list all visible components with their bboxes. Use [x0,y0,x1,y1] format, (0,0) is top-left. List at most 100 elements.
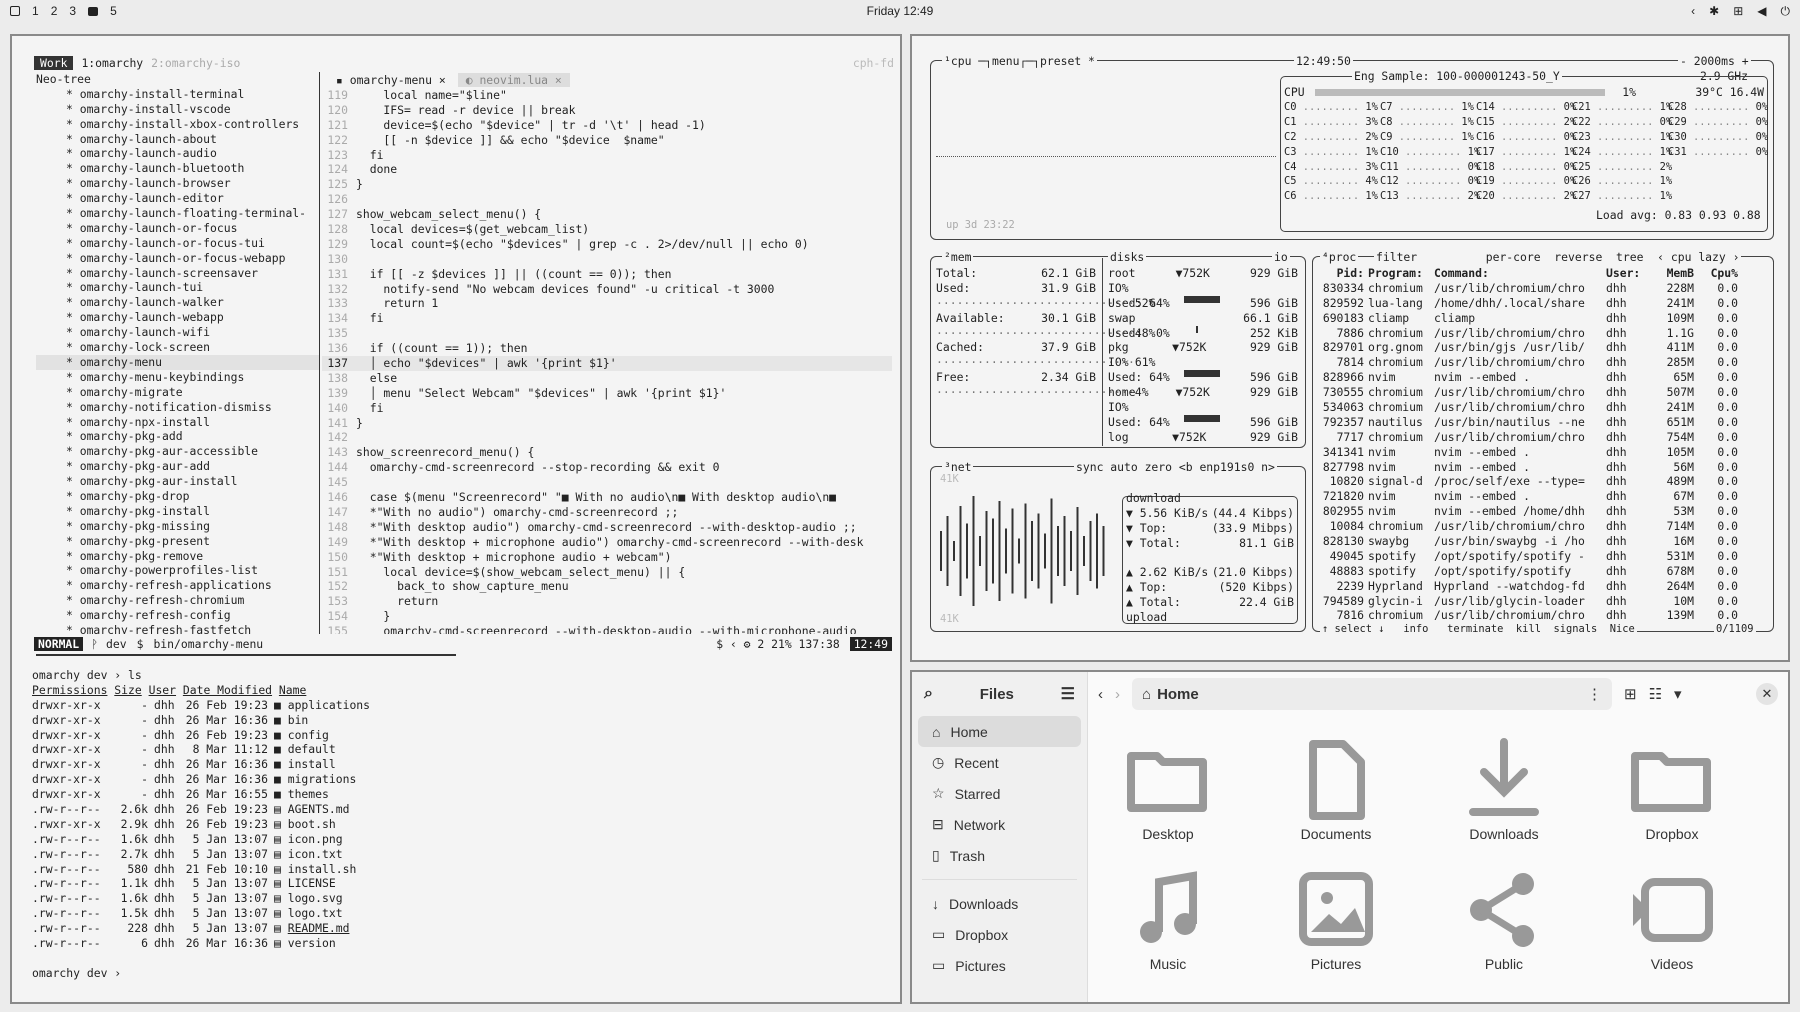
proc-col-header[interactable]: Program: [1368,266,1430,281]
sidebar-item-network[interactable]: ⊟ Network [918,809,1081,840]
shell-output[interactable]: omarchy dev › ls Permissions Size User D… [32,668,892,981]
mem-title[interactable]: ²mem [942,250,974,264]
proc-row[interactable]: 830334 chromium/usr/lib/chromium/chro dhh 2… [1318,281,1768,296]
tree-item[interactable]: * omarchy-npx-install [36,415,319,430]
back-icon[interactable]: ‹ [1098,686,1103,703]
folder-item[interactable]: Videos [1622,866,1722,972]
tree-item[interactable]: * omarchy-pkg-aur-add [36,459,319,474]
proc-footer[interactable]: ↑ select ↓ info terminate kill signals N… [1320,622,1637,637]
proc-row[interactable]: 49045 spotify/opt/spotify/spotify - dhh 531… [1318,549,1768,564]
tree-item[interactable]: * omarchy-pkg-add [36,429,319,444]
tree-item[interactable]: * omarchy-refresh-chromium [36,593,319,608]
sidebar-item-pictures[interactable]: ▭ Pictures [918,950,1081,981]
tree-item[interactable]: * omarchy-refresh-fastfetch [36,623,319,634]
proc-title[interactable]: ⁴proc [1320,250,1359,264]
sidebar-item-trash[interactable]: ▯ Trash [918,840,1081,871]
tree-item[interactable]: * omarchy-notification-dismiss [36,400,319,415]
tmux-window-1[interactable]: 1:omarchy [81,56,143,70]
proc-row[interactable]: 341341 nvim nvim --embed . dhh 105M 0.0 [1318,445,1768,460]
proc-row[interactable]: 10084 chromium/usr/lib/chromium/chro dhh 71… [1318,519,1768,534]
tree-item[interactable]: * omarchy-pkg-aur-install [36,474,319,489]
proc-row[interactable]: 2239 Hyprland Hyprland --watchdog-fd dhh 264… [1318,579,1768,594]
location-bar[interactable]: ⌂ Home ⋮ [1132,678,1612,710]
folder-item[interactable]: Pictures [1286,866,1386,972]
update-interval[interactable]: - 2000ms + [1678,54,1751,68]
preset-button[interactable]: preset * [1040,54,1095,68]
sidebar-item-dropbox[interactable]: ▭ Dropbox [918,919,1081,950]
proc-row[interactable]: 730555 chromium/usr/lib/chromium/chro dhh 5… [1318,385,1768,400]
power-icon[interactable]: ⏻ [1781,4,1791,19]
folder-item[interactable]: Desktop [1118,736,1218,842]
tree-item[interactable]: * omarchy-launch-bluetooth [36,161,319,176]
folder-item[interactable]: Downloads [1454,736,1554,842]
files-window[interactable]: ⌕ Files ☰ ⌂ Home ◷ Recent ☆ Starred ⊟ Network ▯ T… [910,670,1790,1004]
proc-col-header[interactable]: MemB [1650,266,1694,281]
tree-item[interactable]: * omarchy-launch-tui [36,280,319,295]
proc-col-header[interactable]: Pid: [1318,266,1364,281]
tree-item[interactable]: * omarchy-launch-screensaver [36,266,319,281]
tree-item[interactable]: * omarchy-launch-about [36,132,319,147]
tree-item[interactable]: * omarchy-menu-keybindings [36,370,319,385]
neo-tree-panel[interactable]: Neo-tree * omarchy-install-terminal * oma… [36,72,320,634]
tree-item[interactable]: * omarchy-pkg-aur-accessible [36,444,319,459]
proc-row[interactable]: 7886 chromium/usr/lib/chromium/chro dhh 1.1… [1318,326,1768,341]
tree-item[interactable]: * omarchy-install-vscode [36,102,319,117]
sidebar-item-starred[interactable]: ☆ Starred [918,778,1081,809]
expand-tray-icon[interactable]: ‹ [1691,4,1695,19]
tree-item[interactable]: * omarchy-powerprofiles-list [36,563,319,578]
forward-icon[interactable]: › [1115,686,1120,703]
sidebar-item-recent[interactable]: ◷ Recent [918,747,1081,778]
proc-row[interactable]: 829592 lua-lang/home/dhh/.local/share dhh 2… [1318,296,1768,311]
proc-row[interactable]: 690183 cliamp cliamp dhh 109M 0.0 [1318,311,1768,326]
menu-button[interactable]: menu [992,54,1019,68]
proc-row[interactable]: 828130 swaybg/usr/bin/swaybg -i /ho dhh 16M… [1318,534,1768,549]
proc-row[interactable]: 828966 nvim nvim --embed . dhh 65M 0.0 [1318,370,1768,385]
tree-item[interactable]: * omarchy-refresh-applications [36,578,319,593]
tree-item[interactable]: * omarchy-launch-editor [36,191,319,206]
net-options[interactable]: sync auto zero <b enp191s0 n> [1074,460,1277,474]
sidebar-item-home[interactable]: ⌂ Home [918,716,1081,747]
folder-item[interactable]: Public [1454,866,1554,972]
network-icon[interactable]: ⊞ [1733,4,1743,19]
tree-item[interactable]: * omarchy-install-terminal [36,87,319,102]
tree-item[interactable]: * omarchy-lock-screen [36,340,319,355]
bluetooth-icon[interactable]: ✱ [1709,4,1719,19]
proc-col-header[interactable]: Command: [1434,266,1602,281]
proc-row[interactable]: 829701 org.gnom/usr/bin/gjs /usr/lib/dhh 4… [1318,340,1768,355]
tree-item[interactable]: * omarchy-launch-or-focus [36,221,319,236]
cpu-title[interactable]: ¹cpu [944,54,971,68]
proc-row[interactable]: 827798 nvim nvim --embed . dhh 56M 0.0 [1318,460,1768,475]
tree-item[interactable]: * omarchy-migrate [36,385,319,400]
tree-item[interactable]: * omarchy-launch-floating-terminal- [36,206,319,221]
tree-item[interactable]: * omarchy-launch-webapp [36,310,319,325]
folder-item[interactable]: Dropbox [1622,736,1722,842]
tab-neovim-lua[interactable]: ◐ neovim.lua × [457,73,570,87]
proc-row[interactable]: 10820 signal-d/proc/self/exe --type= dhh 48… [1318,474,1768,489]
proc-row[interactable]: 7814 chromium/usr/lib/chromium/chro dhh 285… [1318,355,1768,370]
tree-item[interactable]: * omarchy-pkg-remove [36,549,319,564]
proc-row[interactable]: 534063 chromium/usr/lib/chromium/chro dhh 2… [1318,400,1768,415]
tab-omarchy-menu[interactable]: ▪ omarchy-menu × [328,73,454,87]
tmux-window-2[interactable]: 2:omarchy-iso [151,56,240,70]
disks-title[interactable]: disks [1108,250,1147,264]
proc-options[interactable]: filter per-core reverse tree ‹ cpu lazy … [1374,250,1742,264]
proc-row[interactable]: 802955 nvim nvim --embed /home/dhh dhh 53M 0.… [1318,504,1768,519]
tree-item[interactable]: * omarchy-launch-audio [36,146,319,161]
tree-item[interactable]: * omarchy-pkg-missing [36,519,319,534]
volume-icon[interactable]: ◀ [1757,4,1766,19]
proc-col-header[interactable]: Cpu% [1698,266,1738,281]
view-toggle-icon[interactable]: ☷ [1649,685,1662,703]
proc-row[interactable]: 48883 spotify/opt/spotify/spotify dhh 678M 0… [1318,564,1768,579]
process-list[interactable]: Pid: Program: Command: User: MemB Cpu% 830334 c… [1318,266,1768,623]
tree-item[interactable]: * omarchy-refresh-config [36,608,319,623]
search-icon[interactable]: ⌕ [924,685,933,703]
tree-item[interactable]: * omarchy-pkg-drop [36,489,319,504]
tree-item[interactable]: * omarchy-install-xbox-controllers [36,117,319,132]
proc-row[interactable]: 792357 nautilus/usr/bin/nautilus --ne dhh 6… [1318,415,1768,430]
folder-item[interactable]: Music [1118,866,1218,972]
clock[interactable]: Friday 12:49 [0,4,1800,18]
view-options-icon[interactable]: ▾ [1674,685,1682,703]
tree-item[interactable]: * omarchy-launch-or-focus-webapp [36,251,319,266]
tree-item[interactable]: * omarchy-launch-or-focus-tui [36,236,319,251]
btop-window[interactable]: ¹cpu ─┐menu┌─┐preset * 12:49:50 - 2000ms… [910,34,1790,662]
